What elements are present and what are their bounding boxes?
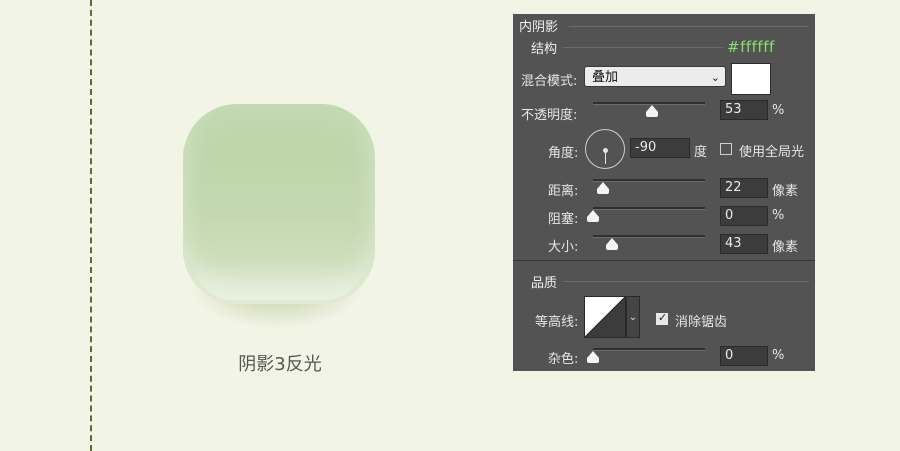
- panel-title: 内阴影: [519, 20, 559, 35]
- noise-unit: %: [772, 348, 785, 363]
- distance-label: 距离:: [548, 184, 579, 199]
- blend-mode-value: 叠加: [592, 70, 619, 85]
- opacity-label: 不透明度:: [521, 108, 578, 123]
- contour-label: 等高线:: [535, 315, 579, 330]
- size-unit: 像素: [772, 240, 799, 255]
- angle-dial-center: [603, 148, 608, 153]
- inner-shadow-panel: 内阴影 结构 #ffffff 混合模式: 叠加 ⌄ 不透明度: 53 % 角度:…: [513, 14, 815, 371]
- chevron-down-icon: ⌄: [710, 71, 720, 84]
- angle-unit: 度: [694, 145, 708, 160]
- distance-slider-track[interactable]: [593, 179, 705, 182]
- anti-alias-checkbox[interactable]: [656, 311, 668, 325]
- global-light-checkbox[interactable]: [720, 143, 732, 155]
- section-divider: [513, 260, 815, 261]
- choke-label: 阻塞:: [548, 212, 579, 227]
- quality-rule: [563, 281, 809, 282]
- opacity-input[interactable]: 53: [720, 100, 768, 120]
- rounded-square-icon-preview: [183, 104, 375, 304]
- choke-slider-track[interactable]: [593, 207, 705, 210]
- distance-input[interactable]: 22: [720, 178, 768, 198]
- angle-label: 角度:: [548, 146, 579, 161]
- choke-input[interactable]: 0: [720, 206, 768, 226]
- structure-section-title: 结构: [531, 42, 558, 57]
- hex-color-annotation: #ffffff: [727, 38, 775, 56]
- title-rule: [569, 26, 809, 27]
- contour-preview[interactable]: [584, 296, 626, 338]
- noise-slider-track[interactable]: [593, 348, 705, 351]
- anti-alias-label: 消除锯齿: [675, 315, 728, 330]
- quality-section-title: 品质: [531, 276, 558, 291]
- blend-mode-select[interactable]: 叠加 ⌄: [584, 66, 726, 87]
- noise-label: 杂色:: [548, 352, 579, 367]
- angle-input[interactable]: -90: [630, 138, 690, 158]
- blend-mode-label: 混合模式:: [521, 74, 578, 89]
- global-light-label: 使用全局光: [739, 145, 805, 160]
- dashed-guide-line: [90, 0, 92, 451]
- structure-rule: [563, 47, 723, 48]
- noise-input[interactable]: 0: [720, 346, 768, 366]
- contour-dropdown[interactable]: ⌄: [626, 296, 640, 338]
- preview-caption: 阴影3反光: [238, 354, 322, 375]
- opacity-unit: %: [772, 103, 785, 118]
- size-input[interactable]: 43: [720, 234, 768, 254]
- distance-unit: 像素: [772, 184, 799, 199]
- size-label: 大小:: [548, 240, 579, 255]
- shadow-color-swatch[interactable]: [731, 63, 771, 95]
- contour-curve-icon: [585, 297, 625, 337]
- choke-unit: %: [772, 208, 785, 223]
- angle-dial[interactable]: [585, 129, 625, 169]
